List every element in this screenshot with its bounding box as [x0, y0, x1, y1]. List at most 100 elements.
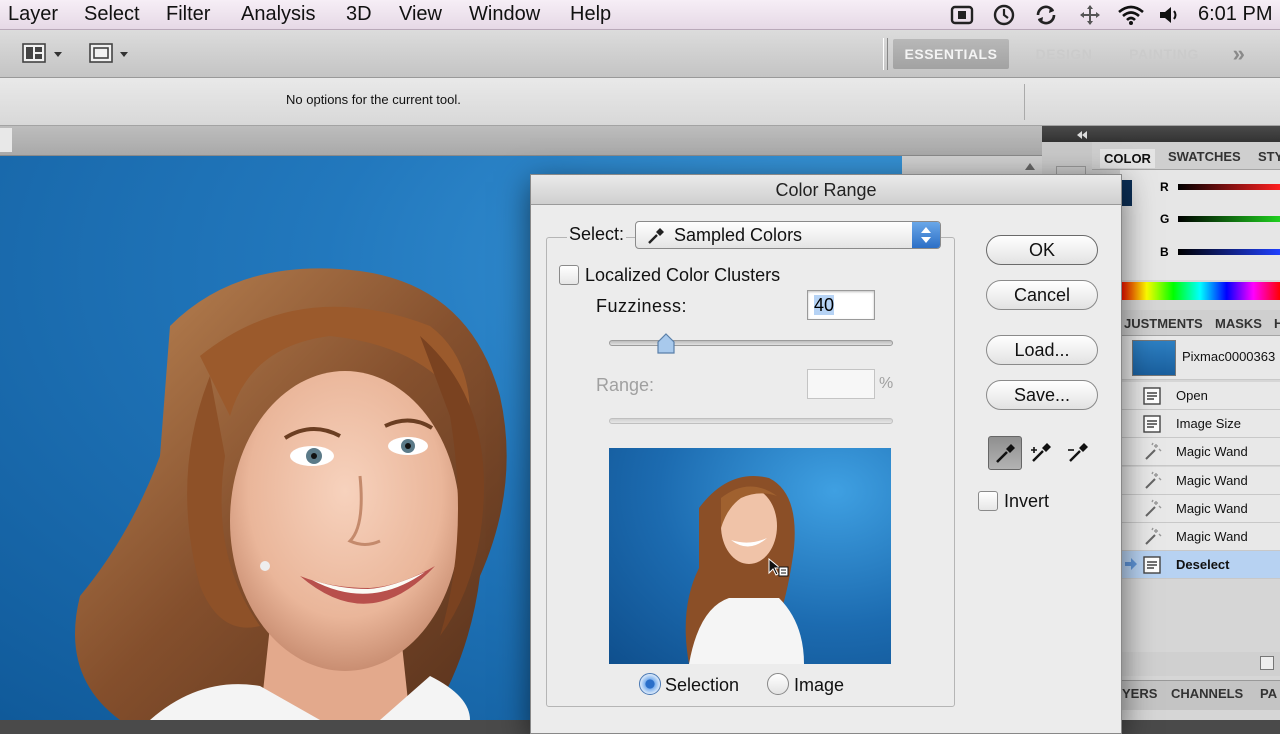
- range-label: Range:: [596, 375, 655, 395]
- menu-clock[interactable]: 6:01 PM: [1198, 3, 1272, 26]
- history-item-label: Image Size: [1176, 416, 1242, 432]
- history-snapshot[interactable]: Pixmac0000363: [1122, 336, 1280, 380]
- workspace-painting-button[interactable]: PAINTING: [1114, 39, 1214, 69]
- ok-button[interactable]: OK: [986, 235, 1098, 265]
- select-value: Sampled Colors: [674, 225, 803, 245]
- slider-r[interactable]: [1178, 184, 1280, 190]
- tab-masks[interactable]: MASKS: [1215, 316, 1262, 331]
- tab-styles[interactable]: STY: [1258, 149, 1280, 164]
- menu-filter[interactable]: Filter: [166, 3, 210, 26]
- display-icon[interactable]: [950, 5, 974, 25]
- history-item[interactable]: Magic Wand: [1122, 438, 1280, 467]
- eyedropper-minus-icon: [1068, 443, 1088, 462]
- time-machine-icon[interactable]: [992, 4, 1016, 26]
- tab-color[interactable]: COLOR: [1100, 149, 1155, 168]
- tab-adjustments[interactable]: JUSTMENTS: [1124, 316, 1203, 331]
- divider: [1024, 84, 1025, 120]
- fuzziness-label: Fuzziness:: [596, 296, 688, 316]
- divider: [883, 38, 888, 70]
- tab-history[interactable]: H: [1274, 316, 1280, 331]
- scroll-up-icon[interactable]: [1024, 160, 1036, 172]
- options-message: No options for the current tool.: [286, 92, 461, 107]
- load-button[interactable]: Load...: [986, 335, 1098, 365]
- selection-radio[interactable]: [639, 673, 661, 695]
- more-workspaces-button[interactable]: »: [1222, 39, 1256, 69]
- fuzziness-slider-thumb[interactable]: [656, 333, 676, 355]
- history-item[interactable]: Magic Wand: [1122, 494, 1280, 523]
- history-item-label: Magic Wand: [1176, 444, 1248, 460]
- collapse-panels-icon[interactable]: [1076, 130, 1088, 140]
- history-item[interactable]: Magic Wand: [1122, 466, 1280, 495]
- fuzziness-input[interactable]: 40: [807, 290, 875, 320]
- history-state-arrow-icon[interactable]: [1124, 557, 1138, 571]
- fuzziness-slider[interactable]: [609, 340, 893, 346]
- document-tab-bar: [0, 126, 1042, 156]
- history-item-label: Magic Wand: [1176, 500, 1248, 516]
- add-to-sample-button[interactable]: [1025, 436, 1059, 470]
- tab-channels[interactable]: CHANNELS: [1171, 686, 1243, 701]
- channel-b-label: B: [1160, 245, 1169, 259]
- eyedropper-plus-icon: [1031, 443, 1051, 462]
- history-item-label: Deselect: [1176, 557, 1230, 573]
- move-icon[interactable]: [1078, 4, 1102, 26]
- menu-select[interactable]: Select: [84, 3, 140, 26]
- range-unit: %: [879, 375, 894, 392]
- color-spectrum[interactable]: [1120, 282, 1280, 300]
- slider-b[interactable]: [1178, 249, 1280, 255]
- screen-mode-icon[interactable]: [88, 42, 136, 66]
- workspace-essentials-button[interactable]: ESSENTIALS: [893, 39, 1009, 69]
- document-tab[interactable]: [0, 128, 12, 152]
- document-icon: [1142, 555, 1162, 575]
- snapshot-thumbnail: [1132, 340, 1176, 376]
- arrange-documents-icon[interactable]: [22, 42, 70, 66]
- wifi-icon[interactable]: [1116, 4, 1146, 26]
- subtract-from-sample-button[interactable]: [1062, 436, 1096, 470]
- menu-layer[interactable]: Layer: [8, 3, 58, 26]
- preview-image[interactable]: [609, 448, 891, 664]
- workspace-design-button[interactable]: DESIGN: [1018, 39, 1110, 69]
- range-input: [807, 369, 875, 399]
- fuzziness-value: 40: [814, 295, 835, 315]
- range-slider: [609, 418, 893, 424]
- dropdown-stepper[interactable]: [912, 222, 940, 248]
- cancel-button[interactable]: Cancel: [986, 280, 1098, 310]
- select-dropdown[interactable]: Sampled Colors: [635, 221, 941, 249]
- magic-wand-icon: [1142, 527, 1162, 547]
- menu-analysis[interactable]: Analysis: [241, 3, 315, 26]
- menu-window[interactable]: Window: [469, 3, 540, 26]
- history-item[interactable]: Magic Wand: [1122, 523, 1280, 551]
- menu-3d[interactable]: 3D: [346, 3, 372, 26]
- sync-icon[interactable]: [1034, 4, 1058, 26]
- image-radio[interactable]: [767, 673, 789, 695]
- menu-view[interactable]: View: [399, 3, 442, 26]
- select-label: Select:: [567, 224, 627, 245]
- options-bar: No options for the current tool.: [0, 78, 1280, 126]
- history-item-label: Magic Wand: [1176, 529, 1248, 544]
- up-down-arrows-icon: [921, 227, 931, 243]
- slider-g[interactable]: [1178, 216, 1280, 222]
- tab-swatches[interactable]: SWATCHES: [1168, 149, 1241, 164]
- eyedropper-tool-button[interactable]: [988, 436, 1022, 470]
- snapshot-name: Pixmac0000363: [1182, 349, 1276, 364]
- history-item[interactable]: Open: [1122, 382, 1280, 410]
- eyedropper-icon: [996, 444, 1015, 463]
- history-item[interactable]: Image Size: [1122, 410, 1280, 439]
- menu-help[interactable]: Help: [570, 3, 611, 26]
- history-item[interactable]: Deselect: [1122, 551, 1280, 580]
- document-icon: [1142, 386, 1162, 406]
- tab-layers[interactable]: YERS: [1122, 686, 1157, 701]
- magic-wand-icon: [1142, 442, 1162, 462]
- foreground-swatch[interactable]: [1122, 180, 1132, 206]
- menu-bar: Layer Select Filter Analysis 3D View Win…: [0, 0, 1280, 30]
- save-button[interactable]: Save...: [986, 380, 1098, 410]
- invert-label: Invert: [1004, 491, 1050, 511]
- localized-clusters-checkbox[interactable]: [559, 265, 579, 285]
- volume-icon[interactable]: [1158, 5, 1182, 25]
- selection-radio-label: Selection: [665, 675, 740, 695]
- history-item-label: Magic Wand: [1176, 472, 1248, 488]
- new-document-icon[interactable]: [1260, 656, 1274, 670]
- magic-wand-icon: [1142, 499, 1162, 519]
- tab-paths[interactable]: PA: [1260, 686, 1277, 701]
- invert-checkbox[interactable]: [978, 491, 998, 511]
- color-range-dialog: Color Range Select: Sampled Colors Local…: [530, 174, 1122, 734]
